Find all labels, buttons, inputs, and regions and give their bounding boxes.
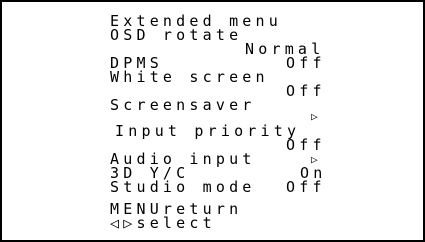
item-screensaver-label[interactable]: Screensaver bbox=[110, 98, 256, 113]
item-input-priority-label[interactable]: Input priority bbox=[115, 124, 300, 139]
item-dpms-value: Off bbox=[286, 54, 326, 72]
item-studio-mode-value: Off bbox=[286, 178, 326, 196]
item-studio-mode-label[interactable]: Studio mode bbox=[110, 180, 256, 195]
item-osd-rotate-label[interactable]: OSD rotate bbox=[110, 28, 242, 43]
item-screensaver-arrow-icon: ▷ bbox=[311, 110, 318, 123]
item-white-screen-label[interactable]: White screen bbox=[110, 70, 269, 85]
item-white-screen-value: Off bbox=[286, 82, 326, 100]
footer-select-hint: ◁▷select bbox=[110, 214, 216, 232]
osd-screen: Extended menu OSD rotate Normal DPMS Off… bbox=[0, 0, 425, 242]
item-input-priority-value: Off bbox=[286, 136, 326, 154]
